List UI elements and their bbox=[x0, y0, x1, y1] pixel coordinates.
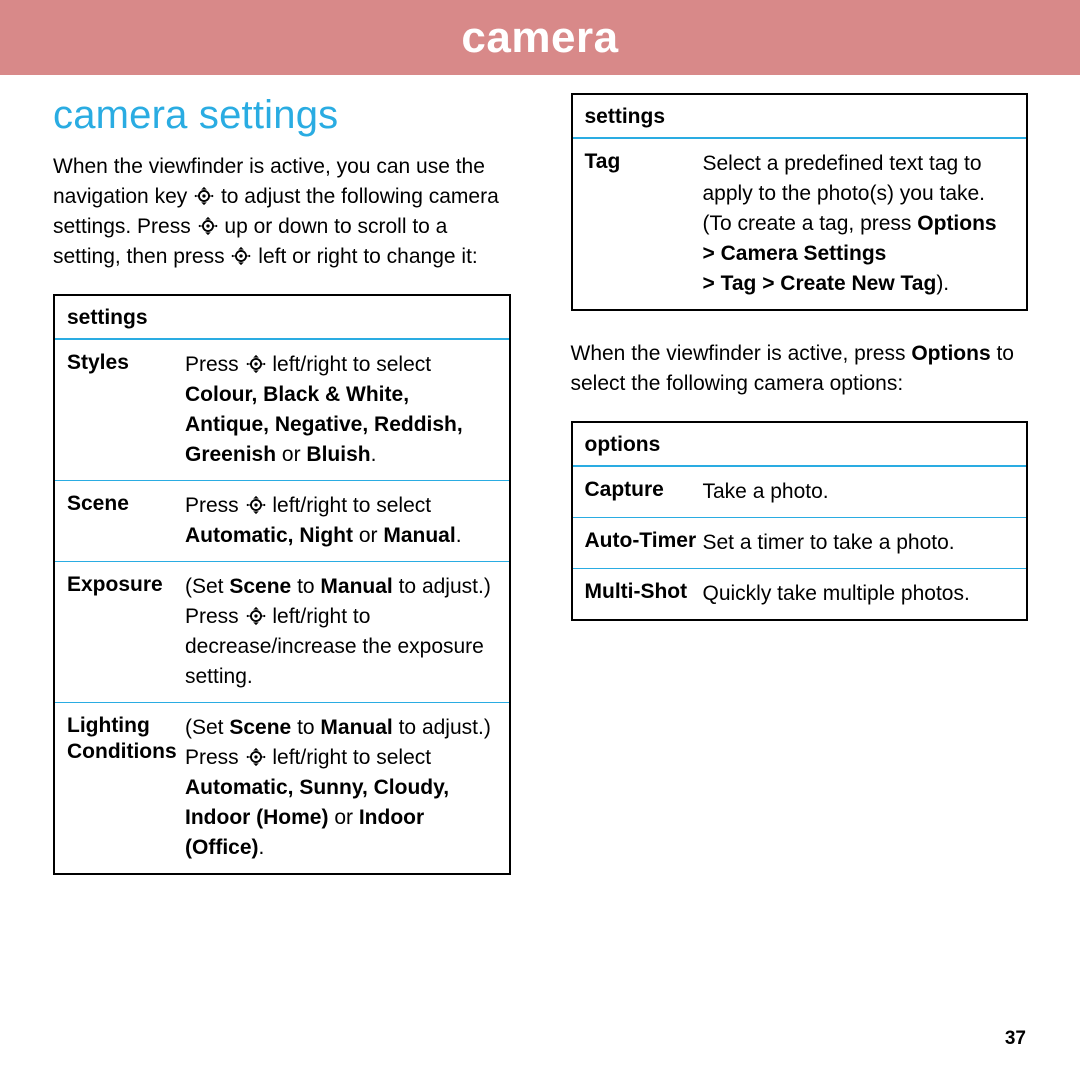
option-name: Multi-Shot bbox=[585, 579, 703, 609]
nav-key-icon bbox=[230, 245, 252, 267]
text: left/right to select bbox=[272, 746, 431, 769]
option-desc: Take a photo. bbox=[703, 477, 1015, 507]
setting-name: Lighting Conditions bbox=[67, 713, 185, 863]
table-header: settings bbox=[55, 296, 509, 340]
option-desc: Set a timer to take a photo. bbox=[703, 528, 1015, 558]
text: or bbox=[359, 524, 384, 547]
table-row: Tag Select a predefined text tag to appl… bbox=[573, 139, 1027, 309]
text: ). bbox=[936, 272, 949, 295]
bold: Manual bbox=[320, 716, 392, 739]
bold: Scene bbox=[229, 716, 291, 739]
table-row: Styles Press left/right to select Colour… bbox=[55, 340, 509, 480]
table-header: settings bbox=[573, 95, 1027, 139]
option-last: Bluish bbox=[306, 443, 370, 466]
nav-key-icon bbox=[197, 215, 219, 237]
options-intro: When the viewfinder is active, press Opt… bbox=[571, 339, 1029, 399]
setting-desc: Press left/right to select Automatic, Ni… bbox=[185, 491, 497, 551]
setting-name: Scene bbox=[67, 491, 185, 551]
text: to bbox=[291, 716, 320, 739]
text: When the viewfinder is active, press bbox=[571, 342, 912, 365]
table-row: Scene Press left/right to select Automat… bbox=[55, 480, 509, 561]
nav-key-icon bbox=[245, 494, 267, 516]
table-row: Exposure (Set Scene to Manual to adjust.… bbox=[55, 561, 509, 702]
option-desc: Quickly take multiple photos. bbox=[703, 579, 1015, 609]
text: (Set bbox=[185, 575, 229, 598]
text: . bbox=[259, 836, 265, 859]
bold: Options bbox=[911, 342, 990, 365]
text: left/right to select bbox=[272, 494, 431, 517]
banner-title: camera bbox=[461, 13, 618, 62]
table-header: options bbox=[573, 423, 1027, 467]
table-row: Capture Take a photo. bbox=[573, 467, 1027, 517]
settings-table-2: settings Tag Select a predefined text ta… bbox=[571, 93, 1029, 311]
nav-key-icon bbox=[245, 353, 267, 375]
banner: camera bbox=[0, 0, 1080, 75]
text: left/right to select bbox=[272, 353, 431, 376]
setting-name: Exposure bbox=[67, 572, 185, 692]
table-row: Auto-Timer Set a timer to take a photo. bbox=[573, 517, 1027, 568]
setting-desc: (Set Scene to Manual to adjust.) Press l… bbox=[185, 572, 497, 692]
option-name: Capture bbox=[585, 477, 703, 507]
text: or bbox=[334, 806, 359, 829]
nav-key-icon bbox=[193, 185, 215, 207]
setting-desc: Press left/right to select Colour, Black… bbox=[185, 350, 497, 470]
bold: Manual bbox=[320, 575, 392, 598]
text: Lighting bbox=[67, 713, 185, 739]
text: . bbox=[371, 443, 377, 466]
right-column: settings Tag Select a predefined text ta… bbox=[571, 93, 1029, 875]
table-row: Lighting Conditions (Set Scene to Manual… bbox=[55, 702, 509, 873]
intro-paragraph: When the viewfinder is active, you can u… bbox=[53, 152, 511, 272]
text: (Set bbox=[185, 716, 229, 739]
nav-key-icon bbox=[245, 605, 267, 627]
menu-path: > Tag > Create New Tag bbox=[703, 272, 937, 295]
setting-desc: Select a predefined text tag to apply to… bbox=[703, 149, 1015, 299]
settings-table: settings Styles Press left/right to sele… bbox=[53, 294, 511, 875]
section-title: camera settings bbox=[53, 93, 511, 138]
table-row: Multi-Shot Quickly take multiple photos. bbox=[573, 568, 1027, 619]
options-table: options Capture Take a photo. Auto-Timer… bbox=[571, 421, 1029, 621]
setting-name: Styles bbox=[67, 350, 185, 470]
text: Press bbox=[185, 353, 245, 376]
left-column: camera settings When the viewfinder is a… bbox=[53, 93, 511, 875]
setting-desc: (Set Scene to Manual to adjust.) Press l… bbox=[185, 713, 497, 863]
text: Press bbox=[185, 494, 245, 517]
option-name: Auto-Timer bbox=[585, 528, 703, 558]
text: . bbox=[456, 524, 462, 547]
intro-text-4: left or right to change it: bbox=[258, 245, 477, 268]
text: to bbox=[291, 575, 320, 598]
option-last: Manual bbox=[383, 524, 455, 547]
text: or bbox=[282, 443, 307, 466]
bold: Scene bbox=[229, 575, 291, 598]
setting-name: Tag bbox=[585, 149, 703, 299]
option-list: Automatic, Night bbox=[185, 524, 353, 547]
page-number: 37 bbox=[1005, 1028, 1026, 1050]
page-content: camera settings When the viewfinder is a… bbox=[0, 75, 1080, 875]
nav-key-icon bbox=[245, 746, 267, 768]
text: Conditions bbox=[67, 739, 185, 765]
